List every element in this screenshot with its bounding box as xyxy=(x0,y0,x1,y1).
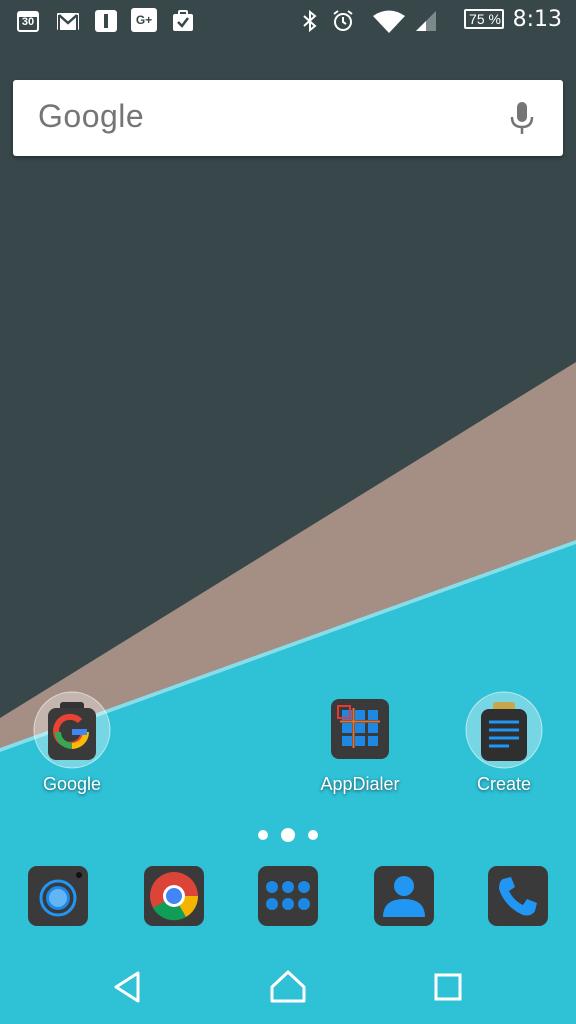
alarm-icon xyxy=(331,9,355,33)
google-plus-icon: G+ xyxy=(131,8,157,32)
home-icon[interactable] xyxy=(268,967,308,1007)
page-dot[interactable] xyxy=(308,830,318,840)
app-label: Create xyxy=(476,774,532,794)
camera-icon[interactable] xyxy=(27,865,89,927)
app-google[interactable]: Google xyxy=(12,690,132,795)
wifi-icon xyxy=(372,9,406,33)
page-dot[interactable] xyxy=(258,830,268,840)
battery-percent: 75 % xyxy=(469,11,501,27)
bluetooth-icon xyxy=(298,9,322,33)
appdialer-icon xyxy=(320,690,400,770)
clock: 8:13 xyxy=(512,7,562,32)
app-drawer-icon[interactable] xyxy=(257,865,319,927)
back-icon[interactable] xyxy=(108,967,148,1007)
page-indicator xyxy=(0,824,576,846)
status-bar[interactable]: 30 G+ 75 % 8:13 xyxy=(0,0,576,42)
app-label: AppDialer xyxy=(320,774,400,794)
calendar-day: 30 xyxy=(21,16,35,28)
contacts-icon[interactable] xyxy=(373,865,435,927)
app-appdialer[interactable]: AppDialer xyxy=(300,690,420,795)
signal-icon xyxy=(414,9,438,33)
phone-icon[interactable] xyxy=(487,865,549,927)
calendar-icon: 30 xyxy=(16,9,40,33)
google-logo: Google xyxy=(38,98,145,134)
instapaper-icon xyxy=(94,9,118,33)
battery-icon: 75 % xyxy=(464,9,504,29)
recents-icon[interactable] xyxy=(428,967,468,1007)
gmail-icon xyxy=(56,9,80,33)
chrome-icon[interactable] xyxy=(143,865,205,927)
google-icon xyxy=(32,690,112,770)
create-icon xyxy=(464,690,544,770)
app-label: Google xyxy=(42,774,102,794)
google-search-bar[interactable]: Google xyxy=(13,80,563,156)
app-create[interactable]: Create xyxy=(444,690,564,795)
mic-icon[interactable] xyxy=(509,100,535,136)
page-dot-current[interactable] xyxy=(281,828,295,842)
task-icon xyxy=(171,9,195,33)
